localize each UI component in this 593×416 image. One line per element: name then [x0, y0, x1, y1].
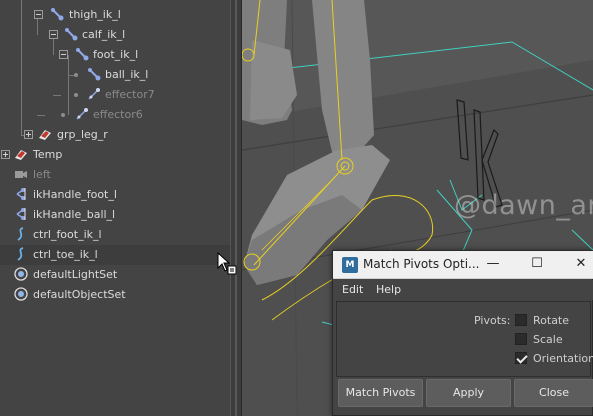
menu-edit[interactable]: Edit: [342, 283, 363, 296]
dialog-options-frame: Pivots: Rotate Scale Orientation: [336, 301, 593, 377]
scale-label[interactable]: Scale: [533, 333, 563, 346]
menu-help[interactable]: Help: [376, 283, 401, 296]
outliner-item-temp[interactable]: Temp: [0, 145, 230, 165]
leaf-dot: [61, 113, 65, 117]
item-label: effector7: [105, 88, 155, 101]
effector-icon: [88, 88, 100, 100]
ik-handle-icon: [16, 188, 26, 200]
close-button[interactable]: Close: [514, 379, 593, 407]
item-label: Temp: [33, 148, 63, 161]
mouse-cursor-icon: [217, 252, 237, 275]
item-label: foot_ik_l: [93, 48, 139, 61]
item-label: effector6: [93, 108, 143, 121]
outliner-item-defaultlightset[interactable]: defaultLightSet: [0, 265, 230, 285]
camera-icon: [15, 171, 27, 178]
minimize-button[interactable]: —: [471, 251, 515, 279]
outliner-item-left[interactable]: left: [0, 165, 230, 185]
item-label: ikHandle_foot_l: [33, 188, 117, 201]
item-label: defaultLightSet: [33, 268, 118, 281]
item-label: thigh_ik_l: [69, 8, 121, 21]
outliner-item-thigh-ik-l[interactable]: thigh_ik_l: [0, 5, 230, 25]
ik-handle-icon: [16, 208, 26, 220]
collapse-toggle[interactable]: [49, 30, 58, 39]
rotate-checkbox[interactable]: [515, 314, 527, 326]
outliner-item-foot-ik-l[interactable]: foot_ik_l: [0, 45, 230, 65]
collapse-toggle[interactable]: [34, 10, 43, 19]
scale-checkbox[interactable]: [515, 333, 527, 345]
outliner-item-calf-ik-l[interactable]: calf_ik_l: [0, 25, 230, 45]
pivots-label: Pivots:: [474, 314, 511, 327]
item-label: grp_leg_r: [57, 128, 108, 141]
effector-icon: [76, 108, 88, 120]
group-icon: [15, 150, 27, 160]
leaf-dot: [74, 93, 78, 97]
dialog-titlebar[interactable]: M Match Pivots Opti... — ☐ ✕: [333, 251, 593, 279]
item-label: calf_ik_l: [82, 28, 126, 41]
match-pivots-button[interactable]: Match Pivots: [338, 379, 423, 407]
leaf-dot: [74, 73, 78, 77]
outliner-item-defaultobjectset[interactable]: defaultObjectSet: [0, 285, 230, 305]
joint-icon: [76, 48, 89, 61]
item-label: defaultObjectSet: [33, 288, 126, 301]
curve-icon: [17, 227, 24, 241]
apply-button[interactable]: Apply: [426, 379, 511, 407]
outliner-item-ikhandle-foot-l[interactable]: ikHandle_foot_l: [0, 185, 230, 205]
set-icon: [14, 287, 28, 301]
item-label: left: [33, 168, 51, 181]
outliner-item-ball-ik-l[interactable]: ball_ik_l: [0, 65, 230, 85]
item-label: ctrl_foot_ik_l: [33, 228, 102, 241]
outliner-item-grp-leg-r[interactable]: grp_leg_r: [0, 125, 230, 145]
dialog-menubar: Edit Help: [333, 280, 593, 300]
item-label: ikHandle_ball_l: [33, 208, 116, 221]
joint-icon: [51, 8, 64, 21]
set-icon: [14, 267, 28, 281]
rotate-label[interactable]: Rotate: [533, 314, 569, 327]
close-window-button[interactable]: ✕: [559, 251, 593, 279]
outliner-item-ctrl-toe-ik-l[interactable]: ctrl_toe_ik_l: [0, 245, 230, 265]
outliner-item-effector6[interactable]: effector6: [0, 105, 230, 125]
splitter-grip: [235, 0, 237, 416]
curve-icon: [17, 247, 24, 261]
item-label: ball_ik_l: [105, 68, 149, 81]
orientation-checkbox[interactable]: [515, 352, 527, 364]
maya-app-icon: M: [342, 257, 358, 273]
joint-icon: [88, 68, 101, 81]
watermark-text: @dawn_arc: [454, 190, 593, 221]
outliner-item-ikhandle-ball-l[interactable]: ikHandle_ball_l: [0, 205, 230, 225]
collapse-toggle[interactable]: [59, 50, 68, 59]
orientation-label[interactable]: Orientation: [533, 352, 593, 365]
outliner-item-effector7[interactable]: effector7: [0, 85, 230, 105]
joint-icon: [65, 28, 78, 41]
expand-toggle[interactable]: [24, 130, 33, 139]
outliner-item-ctrl-foot-ik-l[interactable]: ctrl_foot_ik_l: [0, 225, 230, 245]
maximize-button[interactable]: ☐: [515, 251, 559, 279]
outliner-panel: thigh_ik_l calf_ik_l foot_ik_l ball_ik_l…: [0, 0, 230, 416]
match-pivots-dialog: M Match Pivots Opti... — ☐ ✕ Edit Help P…: [332, 250, 593, 416]
expand-toggle[interactable]: [1, 150, 10, 159]
dialog-title: Match Pivots Opti...: [363, 257, 480, 271]
group-icon: [39, 130, 51, 140]
item-label: ctrl_toe_ik_l: [33, 248, 98, 261]
